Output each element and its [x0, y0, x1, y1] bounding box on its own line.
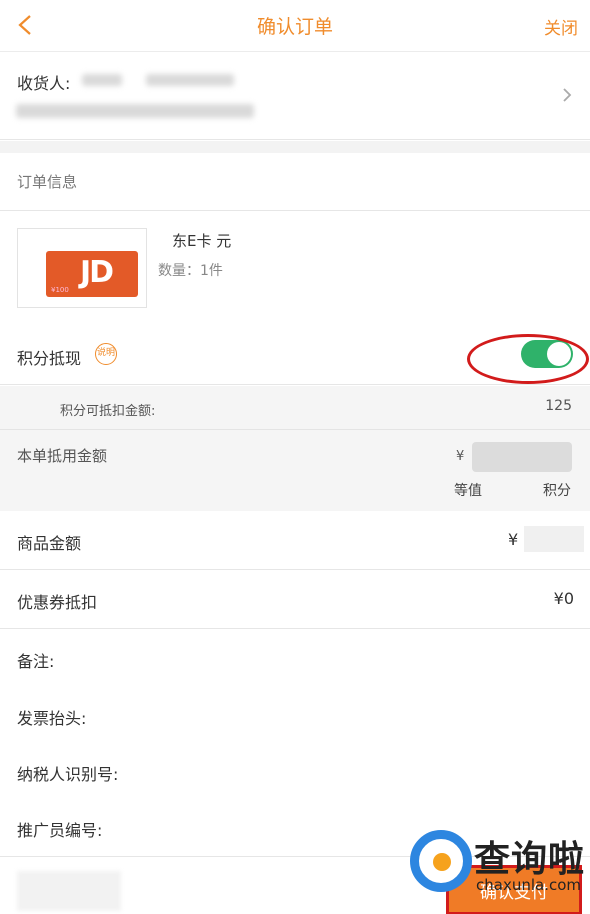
- invoice-row[interactable]: 发票抬头:: [0, 687, 590, 745]
- product-item: JD ¥100 东E卡 元 数量：1件: [0, 212, 590, 327]
- order-info-header: 订单信息: [0, 153, 590, 211]
- watermark-text: 查询啦: [474, 839, 586, 880]
- invoice-label: 发票抬头:: [17, 709, 87, 728]
- receiver-row[interactable]: 收货人:: [0, 52, 590, 140]
- available-points-value: 125: [545, 398, 572, 414]
- product-name: 东E卡 元: [172, 232, 232, 250]
- note-row[interactable]: 备注:: [0, 630, 590, 688]
- gift-card-image: JD ¥100: [46, 251, 138, 297]
- equal-label: 等值: [454, 483, 482, 499]
- goods-amount-value-redacted: [524, 526, 584, 552]
- product-quantity: 数量：1件: [158, 263, 223, 279]
- coupon-value: ¥0: [553, 589, 574, 608]
- order-info-label: 订单信息: [17, 173, 78, 191]
- receiver-address-blurred: [16, 104, 254, 118]
- receiver-name-blurred: [82, 74, 122, 86]
- deduct-amount-input[interactable]: [472, 442, 572, 472]
- goods-amount-row: 商品金额 ¥: [0, 512, 590, 570]
- deduct-amount-label: 本单抵用金额: [17, 447, 108, 465]
- watermark: 查询啦 chaxunla.com: [410, 828, 586, 896]
- points-panel: 积分可抵扣金额: 125 本单抵用金额 ¥ 等值 积分: [0, 386, 590, 511]
- promoter-label: 推广员编号:: [17, 821, 103, 840]
- product-thumbnail: JD ¥100: [17, 228, 147, 308]
- note-label: 备注:: [17, 652, 55, 671]
- total-amount-blurred: [17, 871, 121, 911]
- tax-id-label: 纳税人识别号:: [17, 765, 119, 784]
- close-button[interactable]: 关闭: [544, 14, 578, 39]
- watermark-url: chaxunla.com: [476, 876, 581, 894]
- points-unit-label: 积分: [543, 483, 571, 499]
- goods-amount-label: 商品金额: [17, 534, 82, 553]
- available-points-label: 积分可抵扣金额:: [60, 404, 156, 419]
- receiver-label: 收货人:: [17, 74, 71, 93]
- points-label: 积分抵现: [17, 349, 82, 368]
- coupon-label: 优惠券抵扣: [17, 593, 98, 612]
- tax-id-row[interactable]: 纳税人识别号:: [0, 743, 590, 801]
- help-icon[interactable]: 说明: [95, 343, 117, 365]
- available-points-row: 积分可抵扣金额: 125: [0, 386, 590, 430]
- page-title: 确认订单: [256, 16, 333, 38]
- highlight-circle: [467, 334, 589, 384]
- chevron-right-icon: [563, 88, 572, 102]
- coupon-row[interactable]: 优惠券抵扣 ¥0: [0, 571, 590, 629]
- header-bar: 确认订单 关闭: [0, 0, 590, 52]
- card-brand-logo: JD: [80, 255, 114, 290]
- section-divider: [0, 141, 590, 153]
- watermark-logo-icon: [410, 830, 472, 892]
- goods-amount-currency: ¥: [508, 530, 519, 549]
- card-value: ¥100: [51, 286, 69, 294]
- receiver-phone-blurred: [146, 74, 234, 86]
- currency-symbol: ¥: [456, 449, 465, 464]
